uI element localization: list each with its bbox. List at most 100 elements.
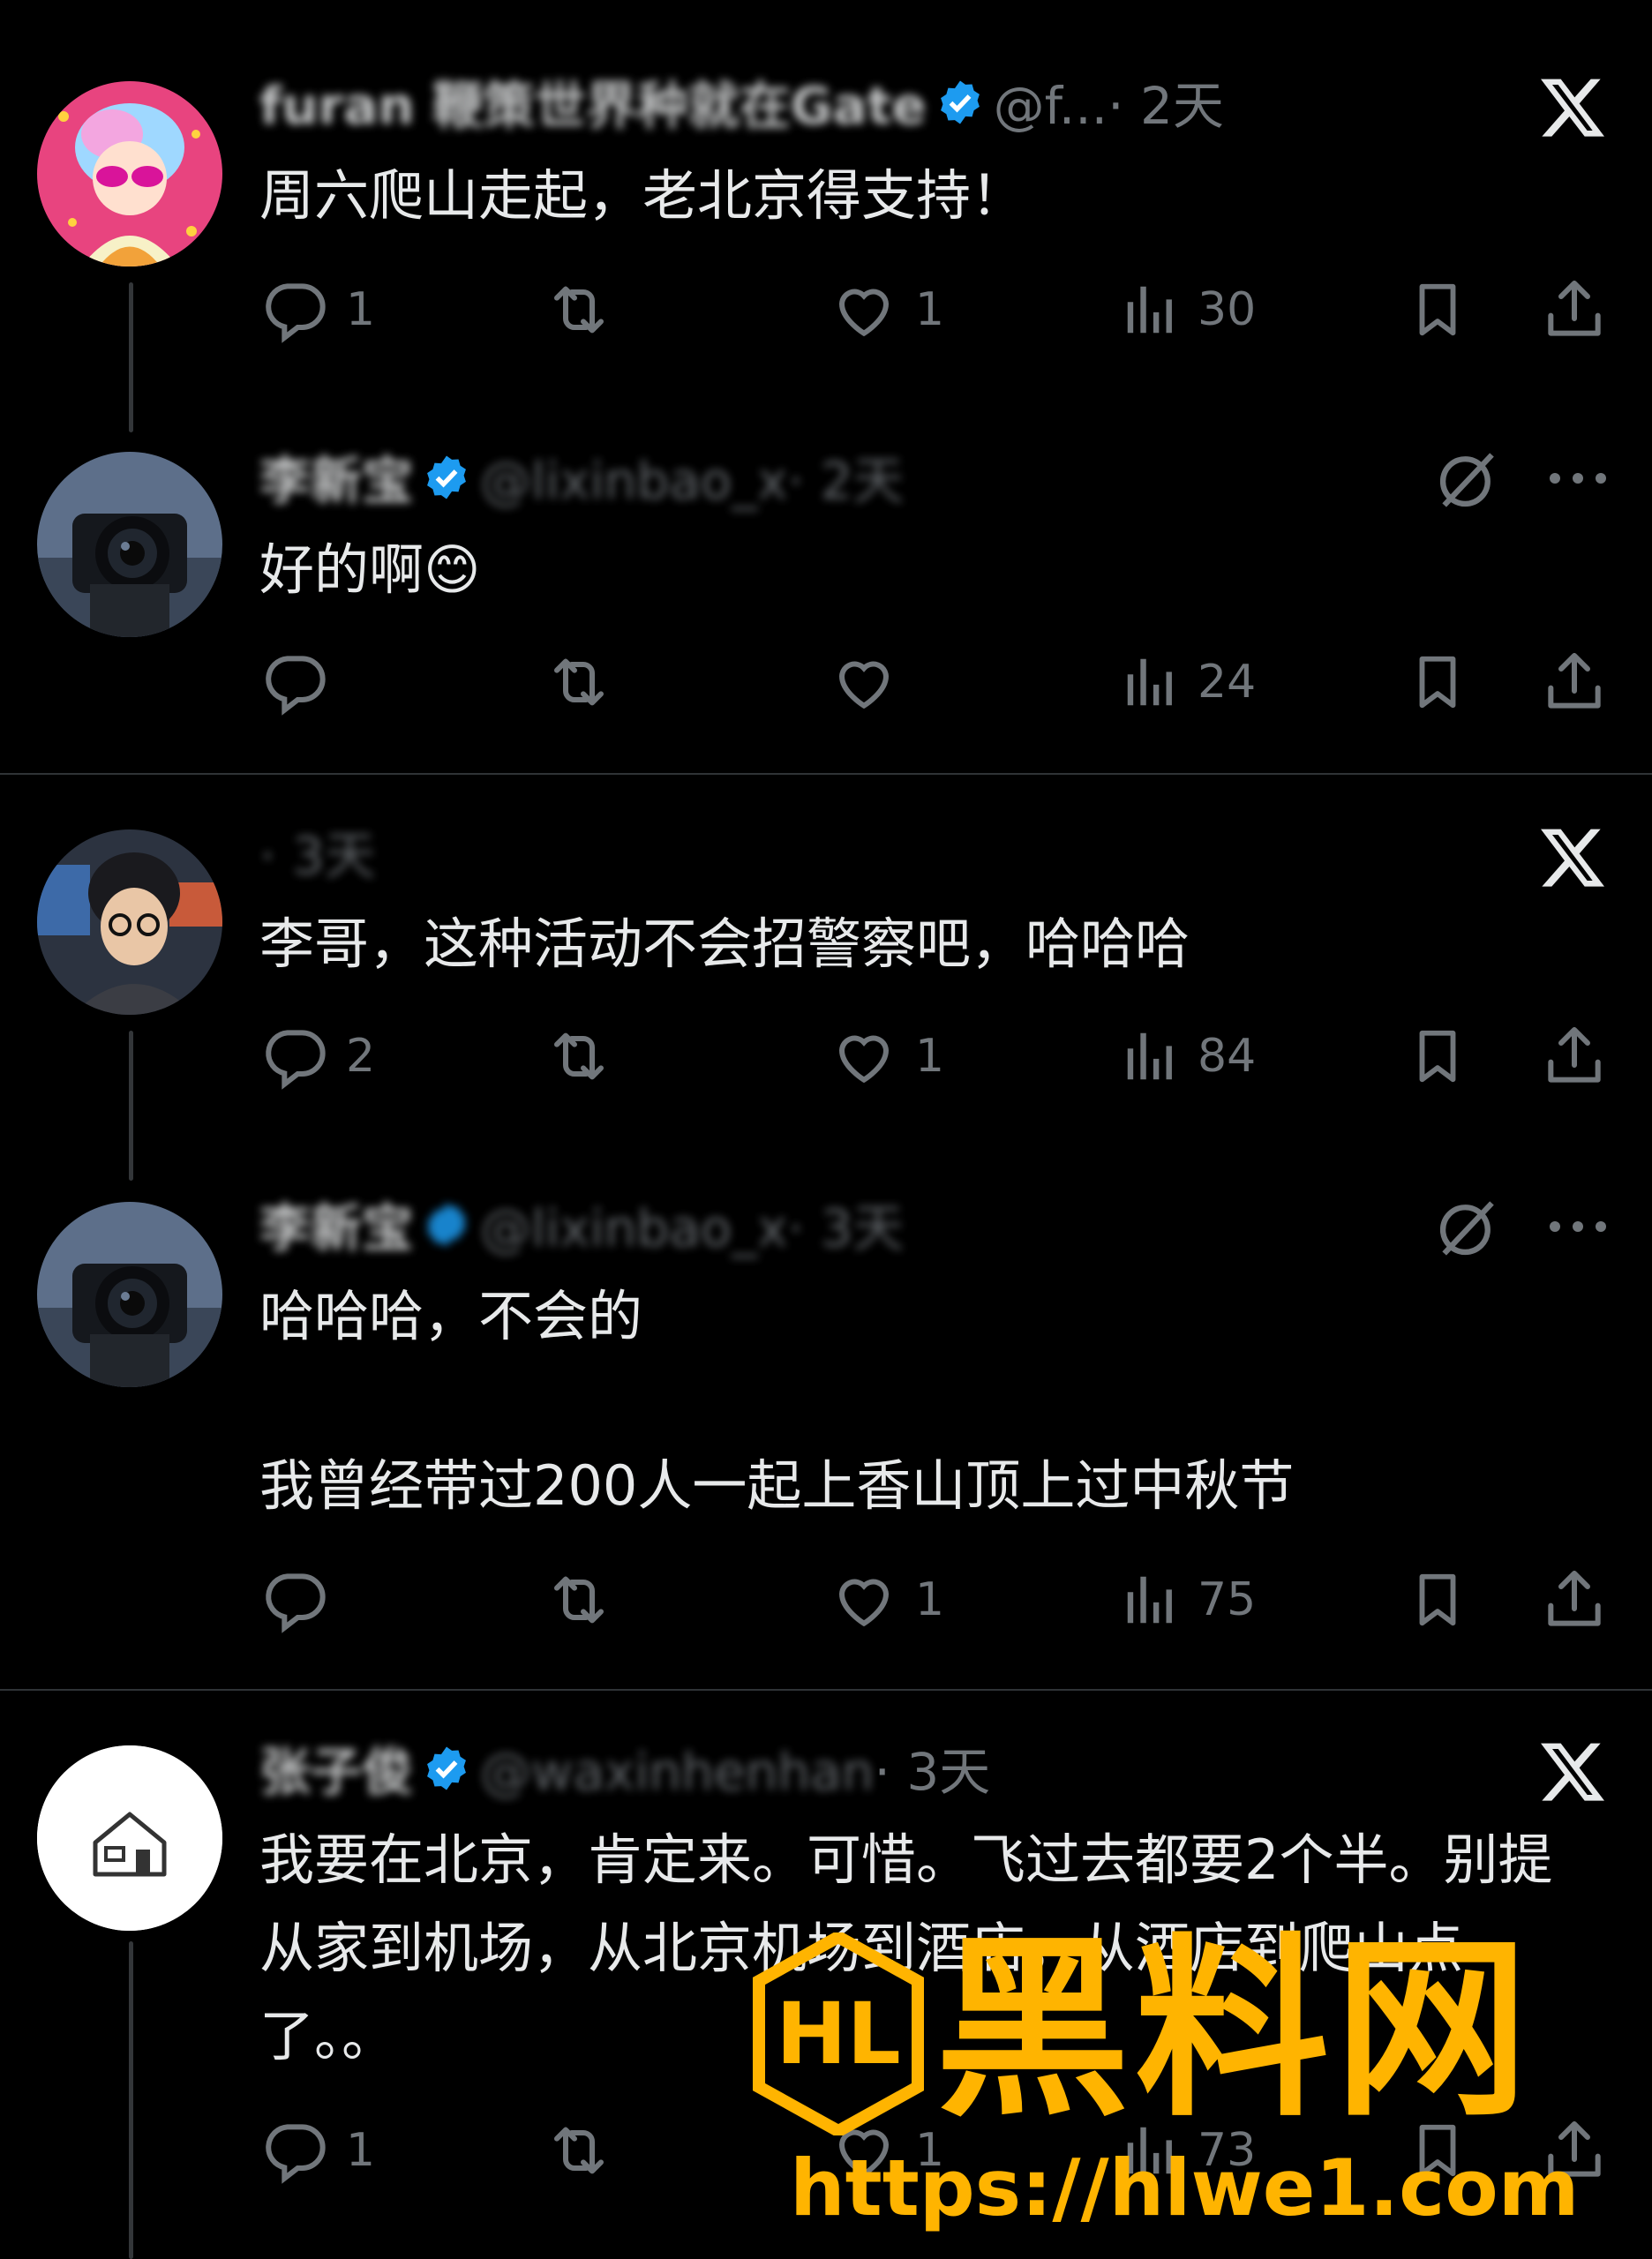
thread-line bbox=[129, 1031, 133, 1181]
author-name[interactable]: 张子俊 bbox=[259, 1742, 413, 1802]
grok-icon[interactable] bbox=[1433, 1195, 1500, 1265]
x-logo-icon[interactable] bbox=[1537, 822, 1608, 897]
views-count: 75 bbox=[1198, 1573, 1257, 1626]
reply-icon bbox=[259, 274, 330, 345]
more-icon[interactable] bbox=[1546, 1216, 1610, 1241]
post-text: 李哥，这种活动不会招警察吧，哈哈哈 bbox=[259, 912, 1190, 976]
author-name[interactable]: furan 鞭策世界种就在Gate bbox=[259, 76, 927, 136]
reply-count: 1 bbox=[346, 2124, 376, 2177]
views-button[interactable]: 84 bbox=[1120, 1017, 1256, 1096]
share-icon bbox=[1539, 1565, 1610, 1635]
views-count: 30 bbox=[1198, 283, 1257, 336]
like-button[interactable] bbox=[829, 642, 915, 722]
share-button[interactable] bbox=[1539, 1017, 1610, 1096]
heart-icon bbox=[829, 274, 899, 345]
heart-icon bbox=[829, 1021, 899, 1092]
share-icon bbox=[1539, 647, 1610, 717]
share-button[interactable] bbox=[1539, 1560, 1610, 1640]
thread-line bbox=[129, 1941, 133, 2259]
repost-icon bbox=[542, 2115, 616, 2186]
author-handle[interactable]: @lixinbao_x bbox=[480, 1198, 788, 1258]
author-handle[interactable]: @f... bbox=[994, 76, 1108, 136]
post-time[interactable]: · 3天 bbox=[874, 1742, 990, 1802]
views-button[interactable]: 75 bbox=[1120, 1560, 1256, 1640]
x-logo-icon[interactable] bbox=[1537, 72, 1608, 146]
repost-icon bbox=[542, 1021, 616, 1092]
action-bar: 1 1 30 bbox=[259, 270, 1618, 349]
reply-button[interactable] bbox=[259, 1560, 346, 1640]
thread-divider bbox=[0, 773, 1652, 775]
post-time[interactable]: · 3天 bbox=[259, 826, 376, 886]
reply-icon bbox=[259, 1021, 330, 1092]
watermark: HL 黑料网 https://hlwe1.com bbox=[750, 1924, 1633, 2241]
views-count: 24 bbox=[1198, 656, 1257, 709]
author-handle[interactable]: @waxinhenhan bbox=[480, 1742, 874, 1802]
like-count: 1 bbox=[915, 1573, 945, 1626]
like-button[interactable]: 1 bbox=[829, 1017, 944, 1096]
author-handle[interactable]: @lixinbao_x bbox=[480, 451, 788, 511]
repost-button[interactable] bbox=[542, 270, 616, 349]
bookmark-icon bbox=[1407, 1021, 1468, 1092]
avatar[interactable] bbox=[37, 1745, 222, 1931]
repost-button[interactable] bbox=[542, 2111, 616, 2190]
post-time[interactable]: · 3天 bbox=[788, 1198, 905, 1258]
bookmark-button[interactable] bbox=[1407, 270, 1468, 349]
x-logo-icon[interactable] bbox=[1537, 1737, 1608, 1811]
reply-icon bbox=[259, 647, 330, 717]
reply-icon bbox=[259, 2115, 330, 2186]
share-icon bbox=[1539, 1021, 1610, 1092]
grok-icon[interactable] bbox=[1433, 447, 1500, 517]
post-header: 李新宝 @lixinbao_x· 2天 bbox=[259, 446, 904, 516]
repost-button[interactable] bbox=[542, 1017, 616, 1096]
views-count: 84 bbox=[1198, 1030, 1257, 1083]
verified-badge-icon bbox=[935, 74, 985, 145]
bookmark-icon bbox=[1407, 1565, 1468, 1635]
post-text: 哈哈哈，不会的 我曾经带过200人一起上香山顶上过中秋节 bbox=[259, 1284, 1295, 1518]
reply-button[interactable] bbox=[259, 642, 346, 722]
views-button[interactable]: 30 bbox=[1120, 270, 1256, 349]
post-time[interactable]: · 2天 bbox=[788, 451, 905, 511]
post-text: 周六爬山走起，老北京得支持！ bbox=[259, 163, 1026, 228]
like-button[interactable]: 1 bbox=[829, 1560, 944, 1640]
views-button[interactable]: 24 bbox=[1120, 642, 1256, 722]
reply-button[interactable]: 1 bbox=[259, 270, 375, 349]
repost-button[interactable] bbox=[542, 1560, 616, 1640]
post-header: 李新宝 @lixinbao_x· 3天 bbox=[259, 1193, 904, 1264]
watermark-logo-letters: HL bbox=[776, 1985, 901, 2083]
bookmark-button[interactable] bbox=[1407, 1560, 1468, 1640]
verified-badge-icon bbox=[422, 449, 471, 520]
action-bar: 1 75 bbox=[259, 1560, 1618, 1640]
avatar[interactable] bbox=[37, 1202, 222, 1387]
repost-button[interactable] bbox=[542, 642, 616, 722]
views-icon bbox=[1120, 647, 1182, 717]
reply-button[interactable]: 2 bbox=[259, 1017, 375, 1096]
avatar[interactable] bbox=[37, 452, 222, 637]
bookmark-icon bbox=[1407, 647, 1468, 717]
author-name[interactable]: 李新宝 bbox=[259, 451, 413, 511]
like-button[interactable]: 1 bbox=[829, 270, 944, 349]
action-bar: 24 bbox=[259, 642, 1618, 722]
watermark-logo-icon: HL bbox=[753, 1933, 924, 2135]
share-icon bbox=[1539, 274, 1610, 345]
reply-icon bbox=[259, 1565, 330, 1635]
thread-line bbox=[129, 282, 133, 432]
heart-icon bbox=[829, 647, 899, 717]
share-button[interactable] bbox=[1539, 642, 1610, 722]
reply-count: 2 bbox=[346, 1030, 376, 1083]
post-header: · 3天 bbox=[259, 821, 376, 891]
author-name[interactable]: 李新宝 bbox=[259, 1198, 413, 1258]
avatar[interactable] bbox=[37, 829, 222, 1015]
views-icon bbox=[1120, 1021, 1182, 1092]
heart-icon bbox=[829, 1565, 899, 1635]
reply-count: 1 bbox=[346, 283, 376, 336]
reply-button[interactable]: 1 bbox=[259, 2111, 375, 2190]
more-icon[interactable] bbox=[1546, 468, 1610, 492]
bookmark-button[interactable] bbox=[1407, 1017, 1468, 1096]
share-button[interactable] bbox=[1539, 270, 1610, 349]
post-header: 张子俊 @waxinhenhan· 3天 bbox=[259, 1737, 990, 1807]
bookmark-button[interactable] bbox=[1407, 642, 1468, 722]
repost-icon bbox=[542, 1565, 616, 1635]
avatar[interactable] bbox=[37, 81, 222, 266]
post-time[interactable]: · 2天 bbox=[1108, 76, 1224, 136]
verified-badge-icon bbox=[422, 1740, 471, 1811]
